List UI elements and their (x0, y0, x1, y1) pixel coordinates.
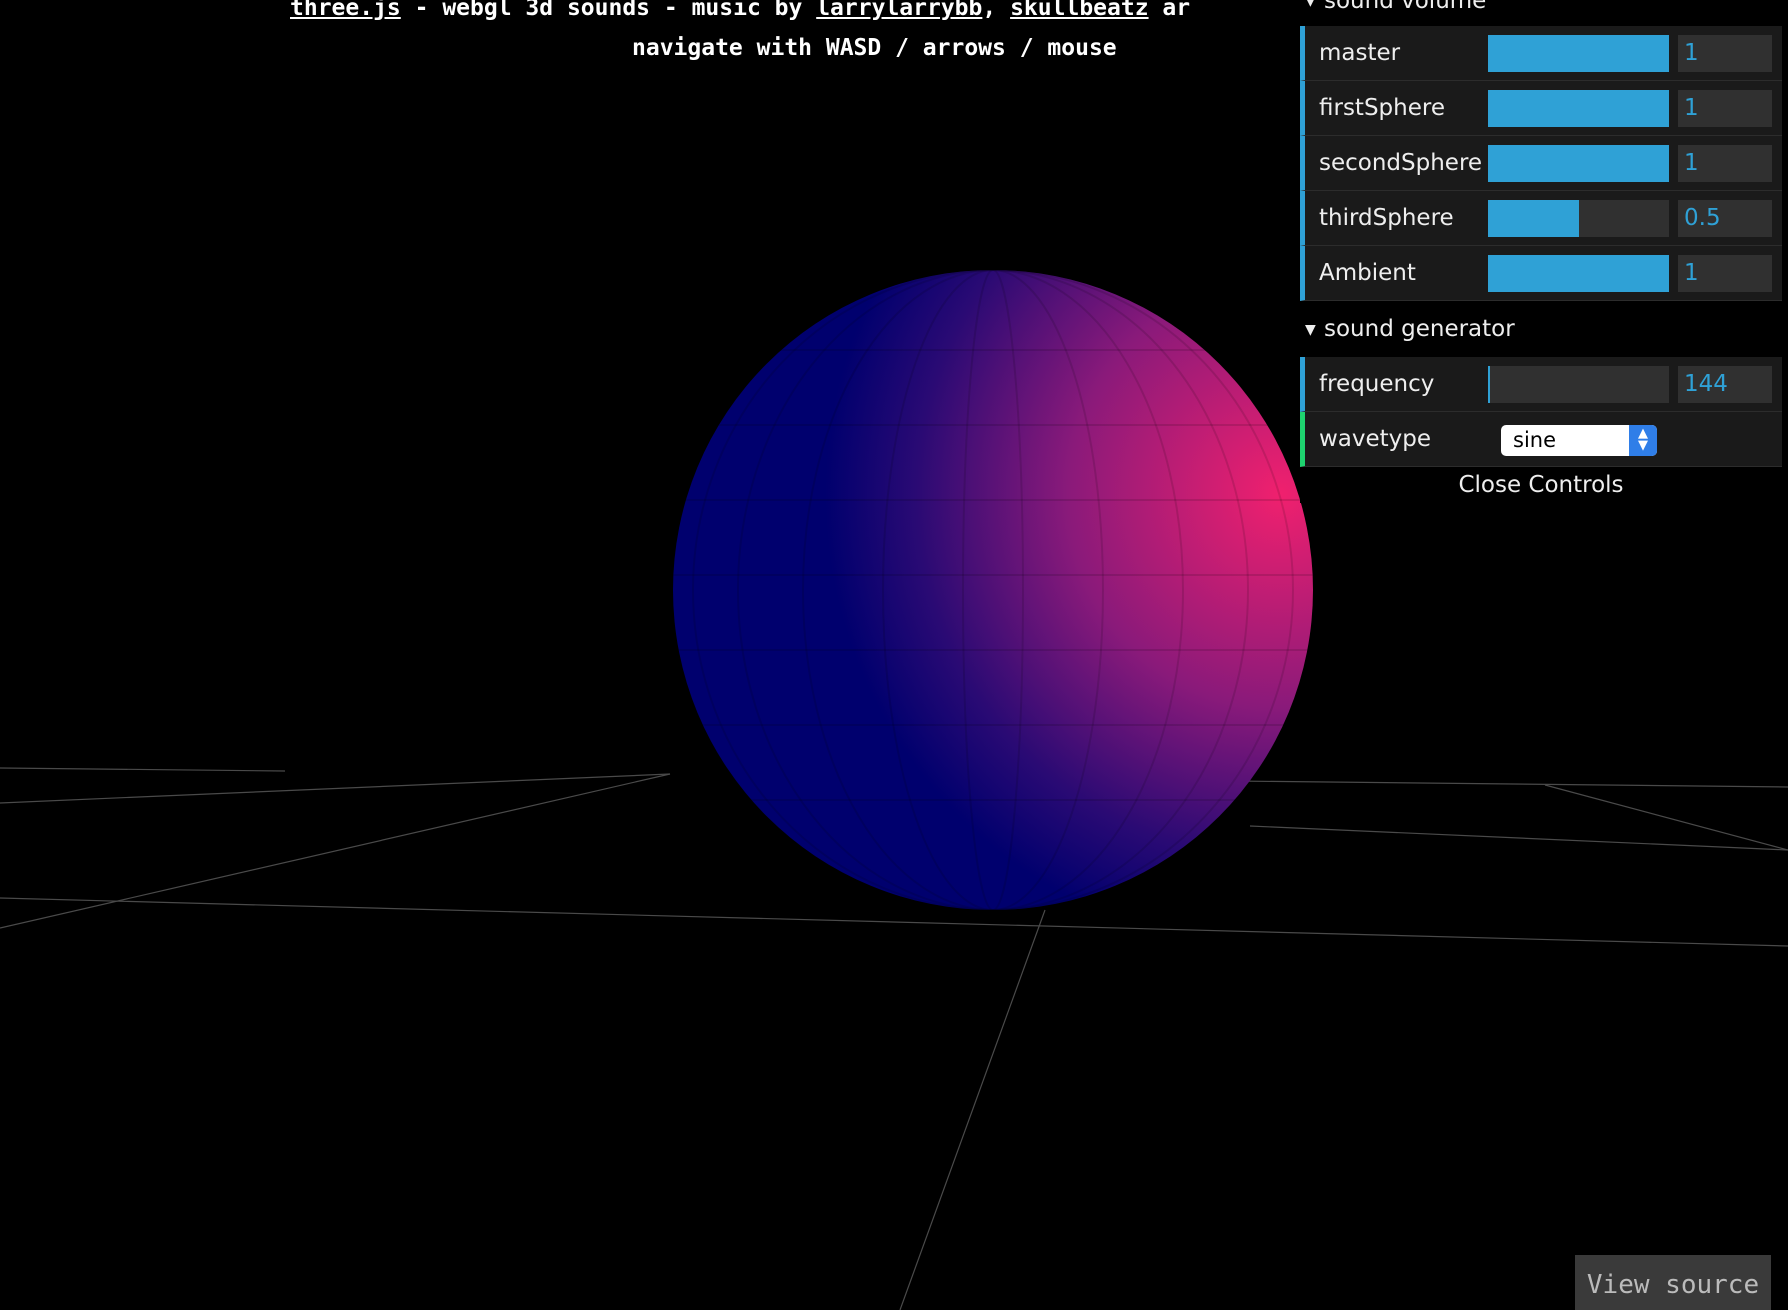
control-row-secondsphere: secondSphere 1 (1300, 136, 1782, 191)
frequency-value-input[interactable]: 144 (1678, 366, 1772, 403)
firstsphere-value-input[interactable]: 1 (1678, 90, 1772, 127)
info-text-3: ar (1148, 0, 1191, 21)
control-label: frequency (1319, 371, 1435, 397)
slider-fill (1488, 255, 1669, 292)
master-value-input[interactable]: 1 (1678, 35, 1772, 72)
info-text-2: , (982, 0, 1011, 21)
control-label: secondSphere (1319, 150, 1483, 176)
slider-fill (1488, 90, 1669, 127)
secondsphere-value-input[interactable]: 1 (1678, 145, 1772, 182)
control-label: firstSphere (1319, 95, 1445, 121)
sphere (673, 270, 1313, 910)
control-label: Ambient (1319, 260, 1416, 286)
controls-panel: ▼ sound volume master 1 firstSphere 1 se… (1292, 0, 1782, 503)
select-arrows-icon: ▲ ▼ (1629, 425, 1657, 456)
view-source-button[interactable]: View source (1575, 1255, 1771, 1310)
frequency-slider[interactable] (1488, 366, 1669, 403)
close-controls-button[interactable]: Close Controls (1300, 467, 1782, 503)
triangle-down-icon: ▼ (1305, 322, 1316, 338)
thirdsphere-slider[interactable] (1488, 200, 1669, 237)
folder-sound-generator-label: sound generator (1324, 316, 1515, 342)
larrylarrybb-link[interactable]: larrylarrybb (816, 0, 982, 21)
control-label: wavetype (1319, 426, 1432, 452)
master-slider[interactable] (1488, 35, 1669, 72)
ambient-slider[interactable] (1488, 255, 1669, 292)
slider-fill (1488, 200, 1579, 237)
secondsphere-slider[interactable] (1488, 145, 1669, 182)
folder-sound-volume-label: sound volume (1324, 0, 1487, 14)
wavetype-select[interactable]: sine ▲ ▼ (1501, 425, 1657, 456)
ambient-value-input[interactable]: 1 (1678, 255, 1772, 292)
info-text-1: - webgl 3d sounds - music by (400, 0, 817, 21)
slider-fill (1488, 35, 1669, 72)
control-row-frequency: frequency 144 (1300, 357, 1782, 412)
wavetype-selected-value: sine (1513, 428, 1557, 452)
threejs-link[interactable]: three.js (290, 0, 401, 21)
folder-sound-generator[interactable]: ▼ sound generator (1292, 301, 1782, 357)
firstsphere-slider[interactable] (1488, 90, 1669, 127)
slider-fill (1488, 145, 1669, 182)
skullbeatz-link[interactable]: skullbeatz (1010, 0, 1148, 21)
control-label: master (1319, 40, 1401, 66)
control-row-master: master 1 (1300, 26, 1782, 81)
control-label: thirdSphere (1319, 205, 1454, 231)
triangle-down-icon: ▼ (1305, 0, 1316, 9)
slider-fill (1488, 366, 1490, 403)
control-row-thirdsphere: thirdSphere 0.5 (1300, 191, 1782, 246)
thirdsphere-value-input[interactable]: 0.5 (1678, 200, 1772, 237)
navigation-hint: navigate with WASD / arrows / mouse (632, 35, 1117, 61)
control-row-ambient: Ambient 1 (1300, 246, 1782, 301)
control-row-firstsphere: firstSphere 1 (1300, 81, 1782, 136)
folder-sound-volume[interactable]: ▼ sound volume (1292, 0, 1782, 26)
control-row-wavetype: wavetype sine ▲ ▼ (1300, 412, 1782, 467)
